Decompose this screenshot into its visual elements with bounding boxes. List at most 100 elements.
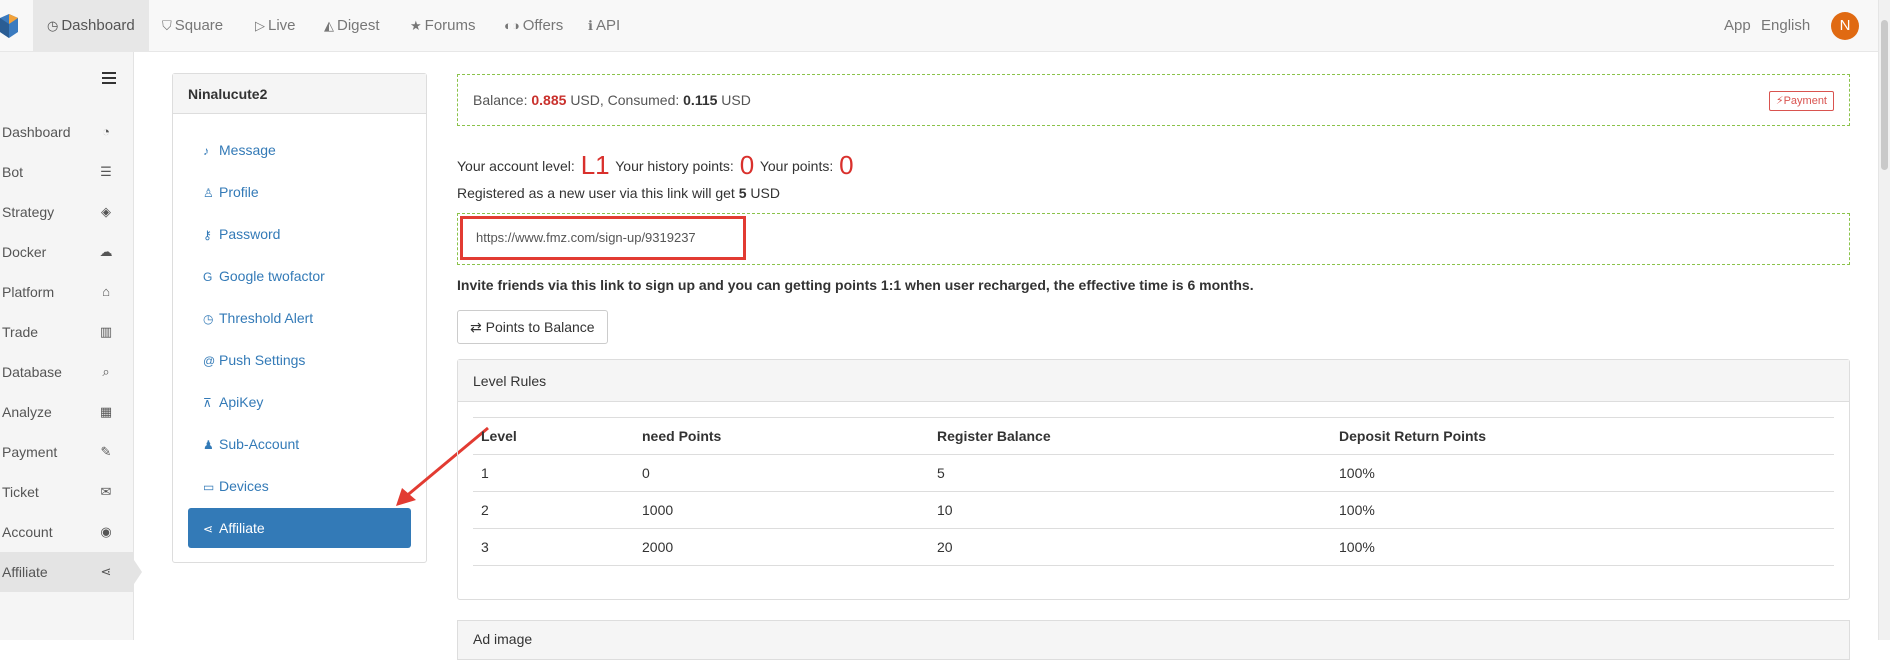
menu-label: ApiKey [219,394,264,410]
menu-devices[interactable]: ▭ Devices [188,466,411,506]
database-search-icon: ⌕ [102,364,110,379]
menu-label: Devices [219,478,269,494]
points-label: Your points: [759,158,834,174]
sidebar-item-database[interactable]: Database ⌕ [0,352,134,392]
top-navbar: ◷ Dashboard ⛉ Square ▷ Live ◭ Digest ★ Forums… [0,0,1890,52]
table-header-row: Level need Points Register Balance Depos… [473,417,1834,455]
nav-dashboard-label: Dashboard [61,17,135,34]
sidebar-item-account[interactable]: Account ◉ [0,512,134,552]
sidebar-item-label: Trade [2,324,39,340]
invite-description: Invite friends via this link to sign up … [457,277,1254,293]
nav-forums-label: Forums [424,17,476,34]
at-icon: @ [203,354,216,368]
nav-digest-label: Digest [337,17,380,34]
exchange-icon: ⇄ [470,319,482,335]
account-user-icon: ◉ [100,524,112,539]
nav-live-label: Live [268,17,296,34]
offers-glasses-icon: ◐◑ [504,18,520,33]
menu-label: Google twofactor [219,268,325,284]
balance-value: 0.885 [531,92,567,108]
language-selector[interactable]: English [1761,0,1810,52]
table-cell: 1000 [634,491,929,529]
points-to-balance-button[interactable]: ⇄ Points to Balance [457,310,608,344]
nav-app-link[interactable]: App [1724,0,1751,52]
vertical-scrollbar[interactable] [1878,0,1890,640]
table-row: 1 0 5 100% [473,454,1834,492]
menu-affiliate[interactable]: ⋖ Affiliate [188,508,411,548]
sidebar-item-dashboard[interactable]: Dashboard ◔ [0,112,134,152]
payment-plug-icon: ✎ [100,444,112,459]
menu-threshold-alert[interactable]: ◷ Threshold Alert [188,298,411,338]
platform-bank-icon: ⌂ [102,284,110,299]
nav-digest[interactable]: ◭ Digest [310,0,394,52]
sidebar-item-analyze[interactable]: Analyze ▦ [0,392,134,432]
menu-google-twofactor[interactable]: G Google twofactor [188,256,411,296]
sidebar-item-platform[interactable]: Platform ⌂ [0,272,134,312]
level-rules-panel: Level Rules Level need Points Register B… [457,359,1850,600]
logo-icon[interactable] [0,14,18,38]
sidebar-item-affiliate[interactable]: Affiliate ⋖ [0,552,142,592]
live-play-icon: ▷ [255,18,265,33]
nav-api-label: API [595,17,621,34]
sitemap-icon: ⊼ [203,396,212,410]
hamburger-menu-icon[interactable] [102,72,116,84]
sidebar-item-trade[interactable]: Trade ▥ [0,312,134,352]
nav-api[interactable]: ℹ API [574,0,634,52]
square-cart-icon: ⛉ [162,18,172,33]
menu-profile[interactable]: ♙ Profile [188,172,411,212]
nav-square[interactable]: ⛉ Square [148,0,237,52]
ticket-comment-icon: ✉ [100,484,112,499]
history-points-value: 0 [739,150,755,180]
invite-link-field[interactable]: https://www.fmz.com/sign-up/9319237 [460,216,746,260]
table-cell: 0 [634,454,929,492]
nav-forums[interactable]: ★ Forums [396,0,490,52]
level-rules-title: Level Rules [458,360,1849,402]
sidebar-item-payment[interactable]: Payment ✎ [0,432,134,472]
currency-label: USD [721,92,751,108]
sidebar-item-label: Dashboard [2,124,71,140]
sidebar-item-label: Platform [2,284,55,300]
balance-box: Balance: 0.885 USD, Consumed: 0.115 USD … [457,74,1850,126]
left-sidebar: Dashboard ◔ Bot ☰ Strategy ◈ Docker ☁ Pl… [0,52,142,640]
scrollbar-thumb[interactable] [1881,20,1888,170]
dashboard-gauge-icon: ◔ [102,124,110,139]
laptop-icon: ▭ [203,480,215,494]
table-cell: 100% [1331,528,1834,566]
sidebar-item-strategy[interactable]: Strategy ◈ [0,192,134,232]
table-cell: 1 [473,454,634,492]
menu-password[interactable]: ⚷ Password [188,214,411,254]
menu-sub-account[interactable]: ♟ Sub-Account [188,424,411,464]
menu-message[interactable]: ♪ Message [188,130,411,170]
level-value: L1 [580,150,610,180]
nav-offers-label: Offers [522,17,564,34]
nav-square-label: Square [174,17,224,34]
sidebar-item-label: Docker [2,244,47,260]
table-cell: 100% [1331,491,1834,529]
menu-label: Password [219,226,281,242]
sidebar-item-ticket[interactable]: Ticket ✉ [0,472,134,512]
menu-push-settings[interactable]: @ Push Settings [188,340,411,380]
table-row: 2 1000 10 100% [473,491,1834,529]
column-header: Deposit Return Points [1331,417,1834,455]
table-cell: 3 [473,528,634,566]
points-to-balance-label: Points to Balance [485,319,595,335]
nav-dashboard[interactable]: ◷ Dashboard [33,0,149,52]
docker-cloud-icon: ☁ [99,244,113,259]
username-heading: Ninalucute2 [173,74,426,114]
nav-live[interactable]: ▷ Live [241,0,310,52]
sidebar-item-label: Payment [2,444,58,460]
menu-apikey[interactable]: ⊼ ApiKey [188,382,411,422]
clock-icon: ◷ [203,312,214,326]
bell-icon: ♪ [203,144,209,158]
nav-offers[interactable]: ◐◑ Offers [490,0,577,52]
bolt-icon: ⚡ [1775,95,1784,107]
sidebar-item-bot[interactable]: Bot ☰ [0,152,134,192]
table-cell: 5 [929,454,1331,492]
sidebar-item-docker[interactable]: Docker ☁ [0,232,134,272]
history-points-label: Your history points: [615,158,734,174]
register-prefix: Registered as a new user via this link w… [457,185,735,201]
affiliate-share-icon: ⋖ [100,564,112,579]
payment-button[interactable]: ⚡Payment [1768,91,1834,111]
avatar[interactable]: N [1831,12,1859,40]
menu-label: Affiliate [219,520,265,536]
